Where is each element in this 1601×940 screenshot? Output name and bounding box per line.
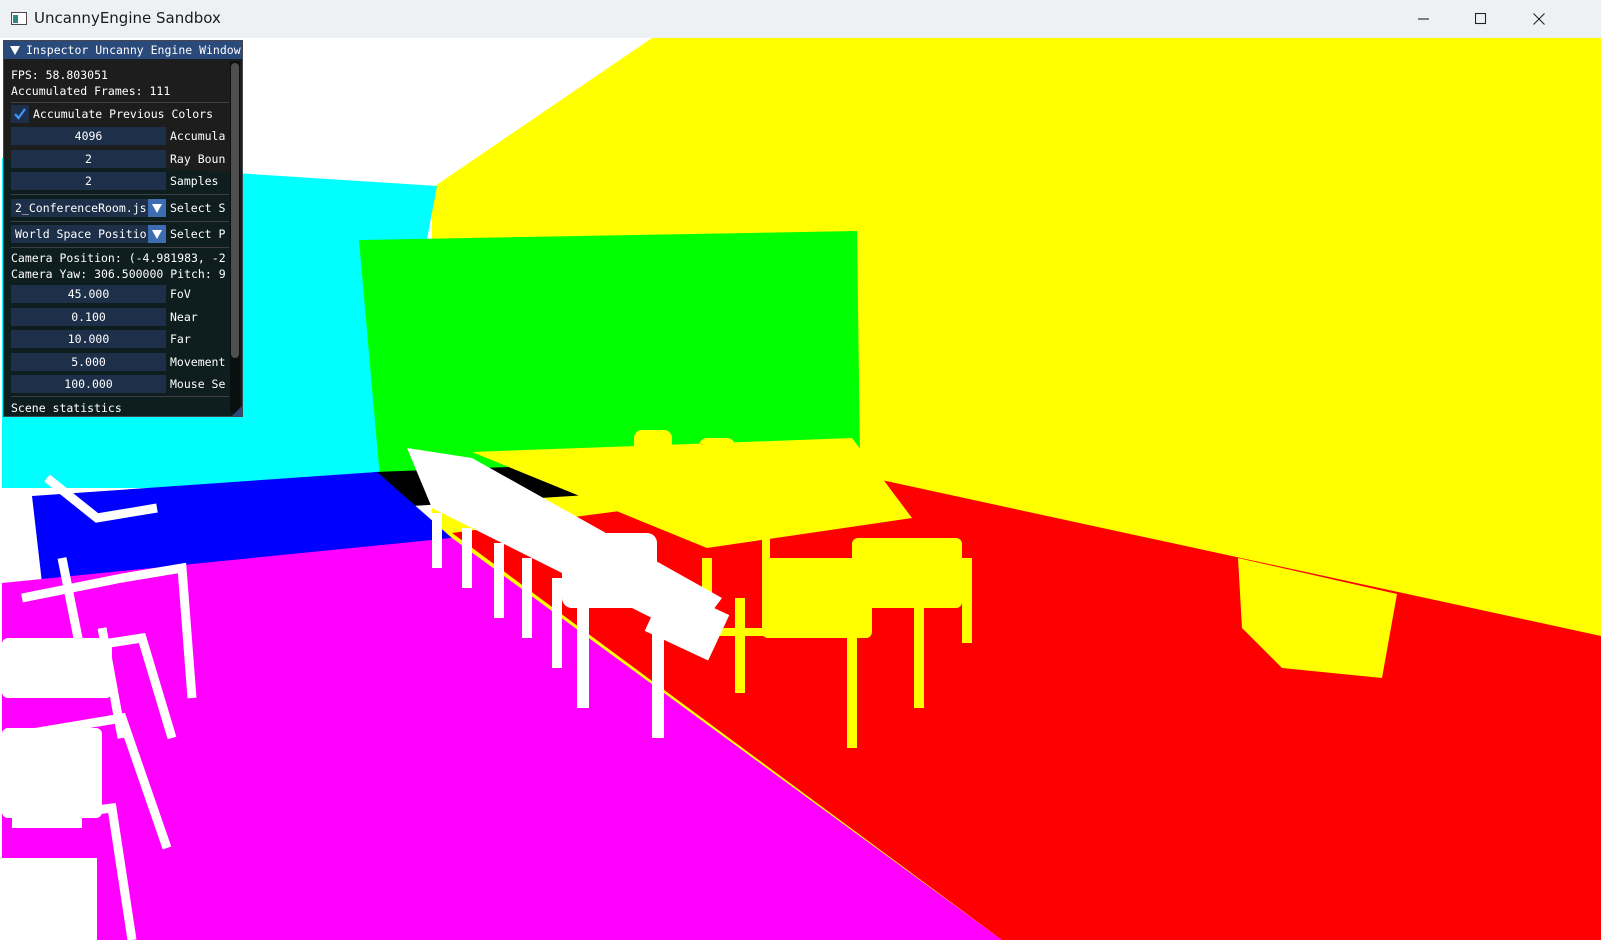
mouse-sensitivity-label: Mouse Se <box>170 377 226 391</box>
scene-select-value: 2_ConferenceRoom.jso <box>15 201 146 215</box>
scene-select-label: Select S <box>170 201 226 215</box>
far-field[interactable]: 10.000 <box>11 330 166 348</box>
resize-grip-icon[interactable] <box>232 406 242 416</box>
maximize-icon <box>1475 13 1487 25</box>
position-select-label: Select P <box>170 227 226 241</box>
ray-bounces-label: Ray Boun <box>170 152 226 166</box>
movement-speed-field[interactable]: 5.000 <box>11 353 166 371</box>
samples-field[interactable]: 2 <box>11 172 166 190</box>
position-select-value: World Space Position <box>15 227 146 241</box>
dropdown-arrow-icon[interactable] <box>148 199 166 217</box>
inspector-title: Inspector Uncanny Engine Window <box>26 43 241 57</box>
close-button[interactable] <box>1510 0 1568 38</box>
separator <box>11 194 229 195</box>
separator <box>11 102 229 103</box>
fov-label: FoV <box>170 287 191 301</box>
maximize-button[interactable] <box>1452 0 1510 38</box>
fps-text: FPS: 58.803051 <box>11 68 108 82</box>
scene-select-combo[interactable]: 2_ConferenceRoom.jso <box>11 199 166 217</box>
samples-label: Samples <box>170 174 219 188</box>
left-chair-seats <box>2 638 112 940</box>
inspector-panel[interactable]: Inspector Uncanny Engine Window FPS: 58.… <box>3 40 243 417</box>
fov-field[interactable]: 45.000 <box>11 285 166 303</box>
close-icon <box>1533 13 1545 25</box>
accumulate-checkbox[interactable] <box>11 105 29 123</box>
scene-statistics-header[interactable]: Scene statistics <box>11 401 122 415</box>
app-icon <box>11 12 27 25</box>
scrollbar-thumb[interactable] <box>231 63 239 358</box>
minimize-button[interactable] <box>1395 0 1453 38</box>
window-title: UncannyEngine Sandbox <box>34 9 221 27</box>
minimize-icon <box>1418 18 1429 20</box>
dropdown-arrow-icon[interactable] <box>148 225 166 243</box>
near-field[interactable]: 0.100 <box>11 308 166 326</box>
app-window: UncannyEngine Sandbox Inspector Uncanny … <box>0 0 1601 940</box>
separator <box>11 221 229 222</box>
inspector-scrollbar[interactable] <box>230 61 240 413</box>
accumulated-frames-text: Accumulated Frames: 111 <box>11 84 171 98</box>
checkmark-icon <box>14 108 26 120</box>
accumulate-checkbox-label: Accumulate Previous Colors <box>33 107 214 121</box>
title-bar[interactable]: UncannyEngine Sandbox <box>0 0 1601 38</box>
movement-speed-label: Movement <box>170 355 226 369</box>
separator <box>11 396 229 397</box>
collapse-triangle-icon[interactable] <box>10 45 20 55</box>
accumulate-limit-label: Accumula <box>170 129 226 143</box>
separator <box>11 247 229 248</box>
inspector-title-bar[interactable]: Inspector Uncanny Engine Window <box>4 41 242 59</box>
near-label: Near <box>170 310 198 324</box>
accumulate-limit-field[interactable]: 4096 <box>11 127 166 145</box>
far-label: Far <box>170 332 191 346</box>
mouse-sensitivity-field[interactable]: 100.000 <box>11 375 166 393</box>
ray-bounces-field[interactable]: 2 <box>11 150 166 168</box>
position-select-combo[interactable]: World Space Position <box>11 225 166 243</box>
camera-position-text: Camera Position: (-4.981983, -2 <box>11 251 226 265</box>
camera-yaw-pitch-text: Camera Yaw: 306.500000 Pitch: 9 <box>11 267 226 281</box>
